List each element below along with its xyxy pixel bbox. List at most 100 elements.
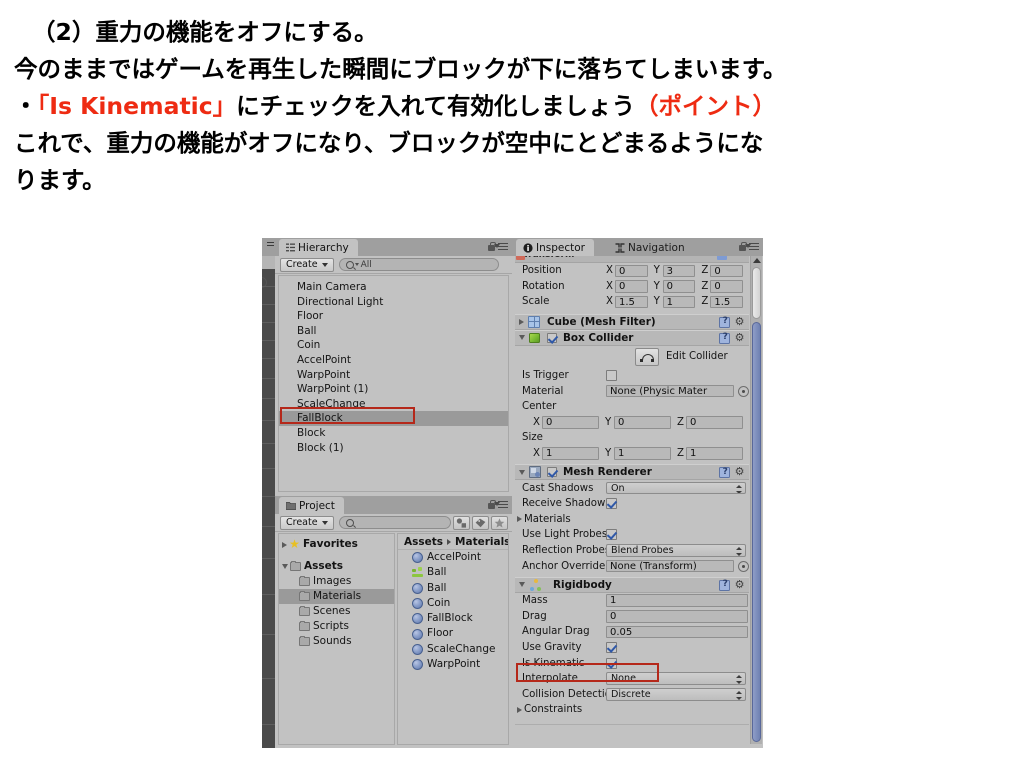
hierarchy-list[interactable]: Main Camera Directional Light Floor Ball… — [278, 275, 509, 492]
rotation-y-field[interactable]: 0 — [662, 280, 696, 293]
collider-size-y-field[interactable]: 1 — [614, 447, 671, 460]
tab-inspector[interactable]: Inspector — [516, 239, 594, 256]
mesh-filter-header[interactable]: Cube (Mesh Filter) ⚙ — [515, 313, 749, 330]
chevron-right-icon[interactable] — [517, 706, 522, 713]
asset-item-ball[interactable]: Ball — [398, 581, 508, 596]
hierarchy-item-main-camera[interactable]: Main Camera — [279, 280, 508, 295]
project-tree-assets[interactable]: Assets — [279, 559, 394, 574]
drag-field[interactable]: 0 — [606, 610, 748, 623]
collider-center-x-field[interactable]: 0 — [542, 416, 599, 429]
project-tree-sounds[interactable]: Sounds — [279, 634, 394, 649]
mesh-renderer-header[interactable]: Mesh Renderer ⚙ — [515, 464, 749, 481]
position-y-field[interactable]: 3 — [662, 264, 696, 278]
reflection-probes-dropdown[interactable]: Blend Probes — [606, 544, 746, 557]
inspector-scrollbar[interactable] — [750, 256, 762, 744]
gear-icon[interactable]: ⚙ — [734, 332, 745, 344]
collider-material-field[interactable]: None (Physic Mater — [606, 384, 734, 398]
gear-icon[interactable]: ⚙ — [734, 579, 745, 591]
help-icon[interactable] — [719, 332, 730, 344]
chevron-right-icon[interactable] — [519, 318, 524, 325]
hierarchy-item-accelpoint[interactable]: AccelPoint — [279, 353, 508, 368]
hierarchy-menu-icon[interactable] — [498, 243, 508, 251]
anchor-override-field[interactable]: None (Transform) — [606, 559, 734, 573]
asset-item-fallblock[interactable]: FallBlock — [398, 611, 508, 626]
asset-item-warppoint[interactable]: WarpPoint — [398, 657, 508, 672]
hierarchy-item-block[interactable]: Block — [279, 426, 508, 441]
rotation-x-field[interactable]: 0 — [615, 280, 648, 293]
help-icon[interactable] — [719, 316, 730, 328]
favorites-star-icon[interactable] — [490, 515, 508, 530]
filter-by-label-icon[interactable] — [471, 515, 489, 530]
mass-field[interactable]: 1 — [606, 594, 748, 607]
position-x-field[interactable]: 0 — [615, 264, 648, 278]
help-icon[interactable] — [719, 467, 730, 479]
collider-size-z-field[interactable]: 1 — [686, 447, 743, 460]
help-icon[interactable] — [719, 579, 730, 591]
breadcrumb-root[interactable]: Assets — [404, 534, 443, 550]
asset-item-ball-prefab[interactable]: Ball — [398, 565, 508, 580]
interpolate-dropdown[interactable]: None — [606, 672, 746, 685]
materials-row[interactable]: Materials — [515, 512, 749, 528]
asset-item-scalechange[interactable]: ScaleChange — [398, 642, 508, 657]
project-tree-scenes[interactable]: Scenes — [279, 604, 394, 619]
scroll-thumb[interactable] — [752, 322, 761, 742]
chevron-down-icon[interactable] — [519, 582, 525, 588]
collider-size-x-field[interactable]: 1 — [542, 447, 599, 460]
tab-project[interactable]: Project — [279, 497, 344, 514]
hierarchy-search-input[interactable]: All — [338, 258, 499, 271]
scale-z-field[interactable]: 1.5 — [710, 295, 744, 309]
chevron-right-icon[interactable] — [517, 516, 522, 523]
object-picker-icon[interactable] — [738, 560, 749, 572]
filter-by-type-icon[interactable] — [452, 515, 470, 530]
asset-item-floor[interactable]: Floor — [398, 626, 508, 641]
tab-navigation[interactable]: Navigation — [608, 239, 694, 256]
is-kinematic-checkbox[interactable] — [606, 657, 617, 669]
scale-y-field[interactable]: 1 — [662, 295, 696, 309]
project-search-input[interactable] — [338, 516, 451, 529]
rigidbody-header[interactable]: Rigidbody ⚙ — [515, 576, 749, 593]
inspector-menu-icon[interactable] — [749, 243, 759, 251]
project-assets-pane[interactable]: Assets Materials AccelPoint Ball Ball Co… — [397, 533, 509, 745]
project-tree-materials[interactable]: Materials — [279, 589, 394, 604]
hierarchy-item-scalechange[interactable]: ScaleChange — [279, 397, 508, 412]
is-trigger-checkbox[interactable] — [606, 370, 617, 382]
use-gravity-checkbox[interactable] — [606, 641, 617, 653]
rotation-z-field[interactable]: 0 — [710, 280, 744, 293]
scroll-thumb-upper[interactable] — [752, 267, 761, 319]
hierarchy-create-button[interactable]: Create — [280, 257, 334, 272]
scroll-up-arrow-icon[interactable] — [753, 258, 761, 263]
hierarchy-item-ball[interactable]: Ball — [279, 324, 508, 339]
hierarchy-item-block-1[interactable]: Block (1) — [279, 441, 508, 456]
project-menu-icon[interactable] — [498, 501, 508, 509]
scale-x-field[interactable]: 1.5 — [615, 295, 648, 309]
project-create-button[interactable]: Create — [280, 515, 334, 530]
chevron-down-icon[interactable] — [519, 469, 525, 475]
project-tree-images[interactable]: Images — [279, 574, 394, 589]
asset-item-coin[interactable]: Coin — [398, 596, 508, 611]
collider-center-y-field[interactable]: 0 — [614, 416, 671, 429]
edit-collider-button[interactable] — [635, 347, 659, 366]
hierarchy-item-fallblock[interactable]: FallBlock — [279, 411, 508, 426]
receive-shadows-checkbox[interactable] — [606, 498, 617, 510]
angular-drag-field[interactable]: 0.05 — [606, 625, 748, 639]
hierarchy-item-warppoint-1[interactable]: WarpPoint (1) — [279, 382, 508, 397]
tab-hierarchy[interactable]: Hierarchy — [279, 239, 358, 256]
hierarchy-item-warppoint[interactable]: WarpPoint — [279, 368, 508, 383]
gear-icon[interactable]: ⚙ — [734, 466, 745, 478]
collider-center-z-field[interactable]: 0 — [686, 416, 743, 429]
asset-item-accelpoint[interactable]: AccelPoint — [398, 550, 508, 565]
hierarchy-item-coin[interactable]: Coin — [279, 338, 508, 353]
cast-shadows-dropdown[interactable]: On — [606, 481, 746, 495]
object-picker-icon[interactable] — [738, 385, 749, 397]
gear-icon[interactable]: ⚙ — [734, 316, 745, 328]
position-z-field[interactable]: 0 — [710, 264, 744, 278]
box-collider-header[interactable]: Box Collider ⚙ — [515, 329, 749, 346]
chevron-down-icon[interactable] — [519, 335, 525, 341]
project-tree-scripts[interactable]: Scripts — [279, 619, 394, 634]
rigidbody-constraints-row[interactable]: Constraints — [515, 702, 749, 718]
breadcrumb-current[interactable]: Materials — [455, 534, 508, 550]
use-light-probes-checkbox[interactable] — [606, 529, 617, 541]
project-tree-favorites[interactable]: ★ Favorites — [279, 537, 394, 552]
project-tree-pane[interactable]: ★ Favorites Assets Images Materials Scen… — [278, 533, 395, 745]
mesh-renderer-enabled-checkbox[interactable] — [547, 467, 557, 478]
